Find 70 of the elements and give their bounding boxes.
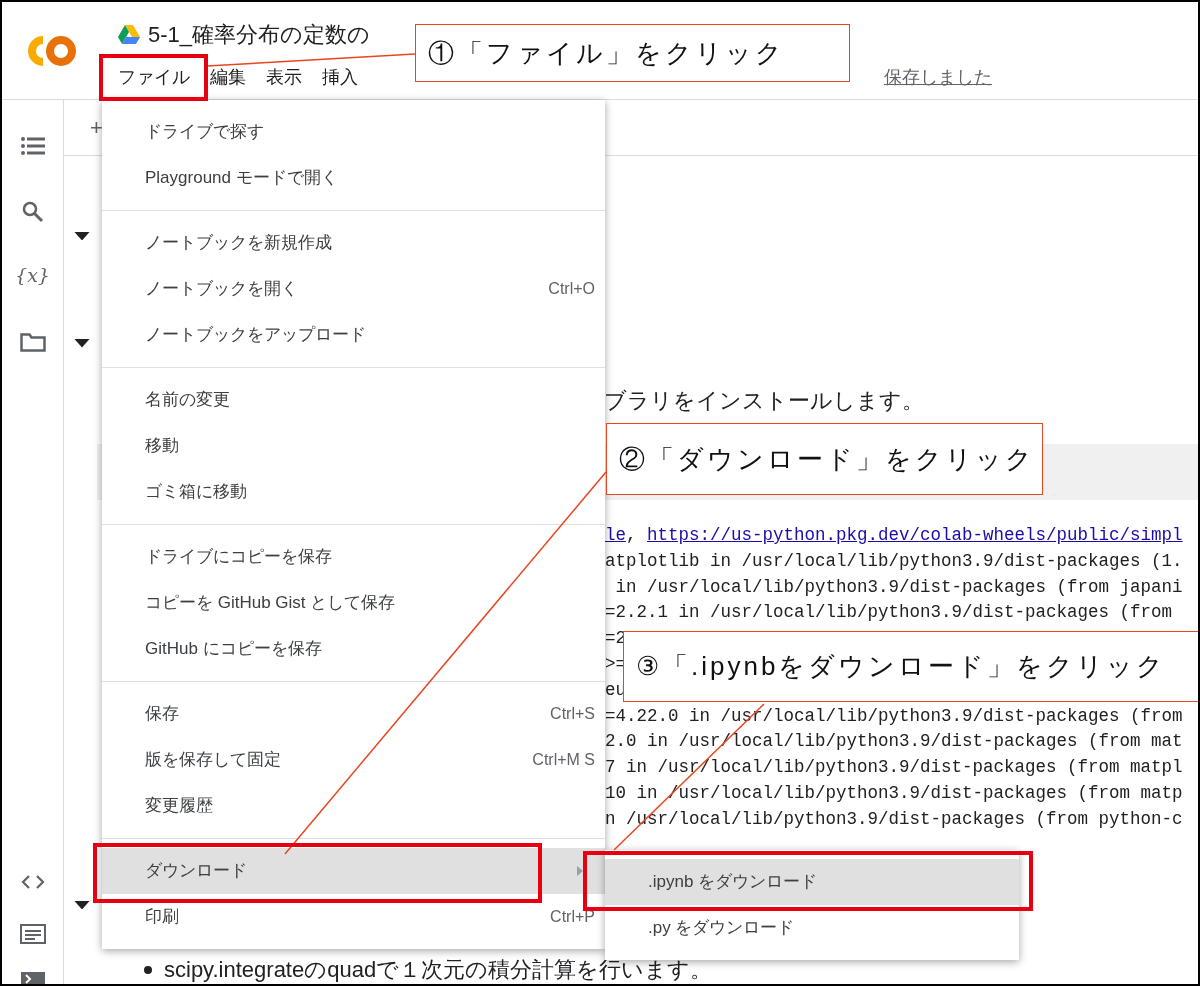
menu-item-label: 版を保存して固定	[145, 749, 281, 772]
shortcut-text: Ctrl+O	[548, 279, 595, 299]
menu-item-label: ノートブックを新規作成	[145, 232, 332, 255]
menu-bar-item[interactable]: 表示	[256, 63, 312, 91]
menu-item-label: 変更履歴	[145, 795, 213, 818]
menu-item[interactable]: GitHub にコピーを保存	[102, 626, 605, 672]
menu-item[interactable]: ドライブにコピーを保存	[102, 534, 605, 580]
shortcut-text: Ctrl+P	[550, 907, 595, 927]
save-status-link[interactable]: 保存しました	[884, 64, 992, 91]
drive-icon	[118, 24, 140, 44]
collapse-triangle-icon[interactable]	[74, 339, 90, 348]
menu-bar-item[interactable]: 編集	[200, 63, 256, 91]
bullet-icon	[144, 965, 152, 974]
menu-item[interactable]: 名前の変更	[102, 377, 605, 423]
menu-item[interactable]: 移動	[102, 423, 605, 469]
menu-item[interactable]: コピーを GitHub Gist として保存	[102, 580, 605, 626]
notebook-title[interactable]: 5-1_確率分布の定数の	[148, 17, 371, 51]
menu-item[interactable]: ノートブックをアップロード	[102, 312, 605, 358]
menu-item[interactable]: 版を保存して固定 Ctrl+M S	[102, 737, 605, 783]
output-text: ,	[626, 524, 638, 545]
text-cell-line: ブラリをインストールします。	[604, 386, 925, 415]
menu-item-label: コピーを GitHub Gist として保存	[145, 592, 396, 615]
bullet-text: scipy.integrateのquadで１次元の積分計算を行います。	[164, 956, 713, 984]
menu-bar-item[interactable]: 挿入	[312, 63, 368, 91]
output-line: =2.2.1 in /usr/local/lib/python3.9/dist-packages (from	[605, 601, 1174, 625]
menu-bar-item[interactable]: ファイル	[108, 63, 200, 91]
terminal-icon[interactable]	[20, 972, 45, 984]
menu-item-label: ゴミ箱に移動	[145, 481, 247, 504]
folder-icon[interactable]	[19, 332, 46, 352]
submenu-item[interactable]: .ipynb をダウンロード	[605, 859, 1019, 905]
menu-item-label: ダウンロード	[145, 860, 247, 883]
menu-item-label: ノートブックを開く	[145, 278, 298, 301]
collapse-triangle-icon[interactable]	[74, 232, 90, 241]
menu-item[interactable]: Playground モードで開く	[102, 155, 605, 201]
menu-item[interactable]: 印刷 Ctrl+P	[102, 894, 605, 940]
output-line: 10 in /usr/local/lib/python3.9/dist-packages (from matp	[605, 781, 1184, 805]
shortcut-text: Ctrl+M S	[532, 750, 595, 770]
menu-item-label: 印刷	[145, 906, 179, 929]
menu-item[interactable]: 保存 Ctrl+S	[102, 691, 605, 737]
menu-item[interactable]: ダウンロード	[102, 848, 605, 894]
menu-item-label: 名前の変更	[145, 389, 230, 412]
menu-item-label: 移動	[145, 435, 179, 458]
keyboard-icon[interactable]	[19, 924, 46, 944]
menu-item[interactable]: 変更履歴	[102, 783, 605, 829]
menu-item-label: Playground モードで開く	[145, 167, 338, 190]
submenu-item[interactable]: .py をダウンロード	[605, 905, 1019, 951]
code-icon[interactable]	[20, 874, 45, 890]
menu-item[interactable]: ノートブックを新規作成	[102, 220, 605, 266]
menu-item-label: GitHub にコピーを保存	[145, 638, 322, 661]
output-line: in /usr/local/lib/python3.9/dist-packages (from japani	[614, 575, 1184, 599]
variables-icon[interactable]: {x}	[15, 263, 50, 287]
menu-item-label: ノートブックをアップロード	[145, 324, 366, 347]
menu-item[interactable]: ドライブで探す	[102, 109, 605, 155]
menu-item[interactable]: ノートブックを開く Ctrl+O	[102, 266, 605, 312]
annotation-tooltip: ①「ファイル」をクリック	[415, 24, 850, 82]
menu-item-label: ドライブで探す	[145, 121, 264, 144]
menu-item-label: 保存	[145, 703, 179, 726]
search-icon[interactable]	[21, 201, 44, 223]
output-link[interactable]: le	[605, 524, 626, 545]
shortcut-text: Ctrl+S	[550, 704, 595, 724]
add-code-button[interactable]: +	[90, 111, 103, 144]
output-line: atplotlib in /usr/local/lib/python3.9/dist-packages (1.	[605, 549, 1184, 573]
output-link[interactable]: https://us-python.pkg.dev/colab-wheels/public/simpl	[647, 524, 1183, 545]
collapse-triangle-icon[interactable]	[74, 900, 90, 909]
menu-item[interactable]: ゴミ箱に移動	[102, 469, 605, 515]
annotation-tooltip: ②「ダウンロード」をクリック	[606, 423, 1043, 495]
colab-logo	[26, 34, 78, 68]
table-of-contents-icon[interactable]	[20, 136, 45, 156]
annotation-tooltip: ③「.ipynbをダウンロード」をクリック	[623, 631, 1198, 702]
menu-item-label: ドライブにコピーを保存	[145, 546, 332, 569]
